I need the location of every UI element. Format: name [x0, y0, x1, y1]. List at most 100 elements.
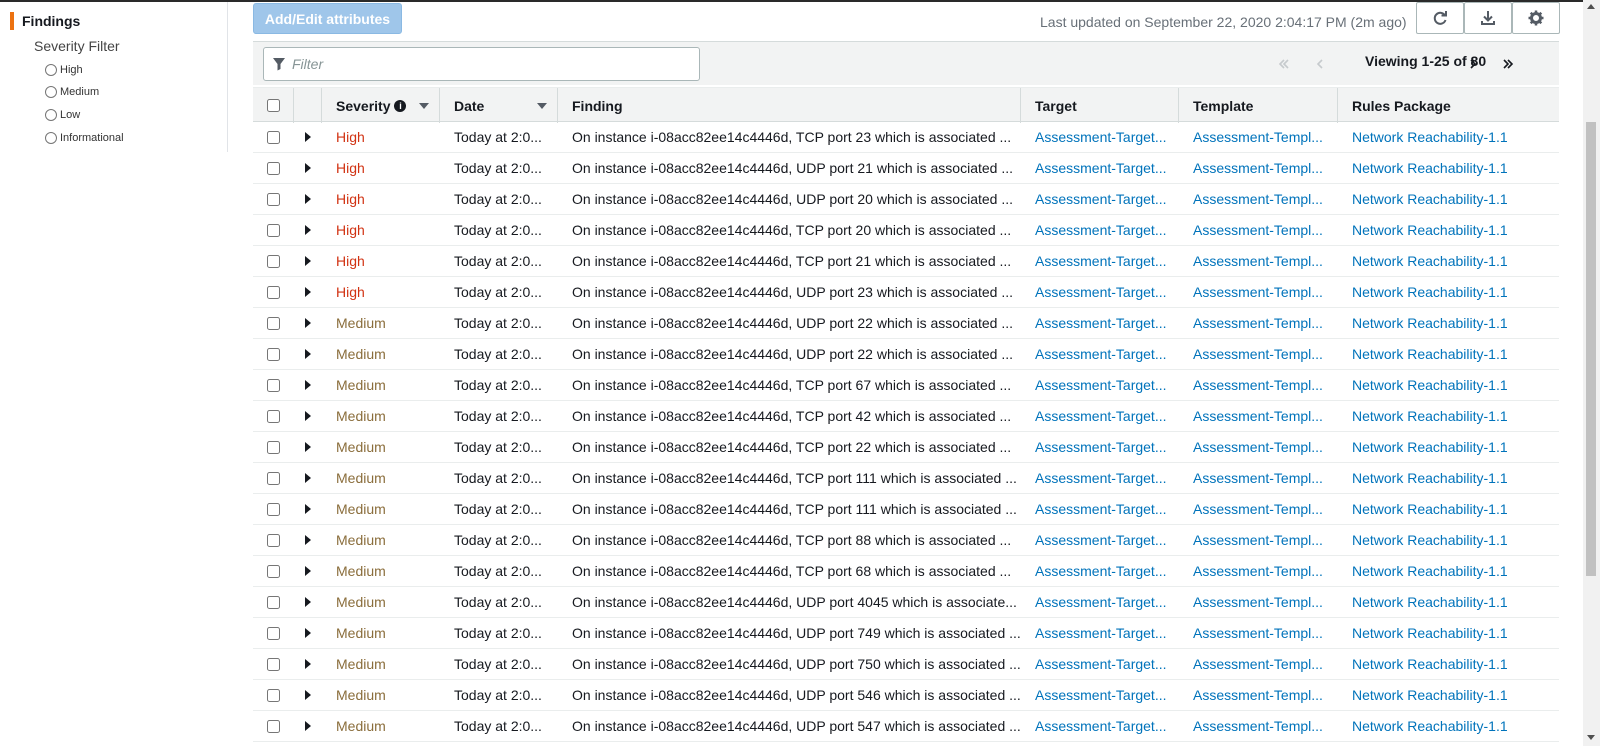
rules-package-link[interactable]: Network Reachability-1.1: [1338, 122, 1559, 152]
table-row[interactable]: Medium Today at 2:0... On instance i-08acc…: [253, 618, 1559, 649]
rules-package-link[interactable]: Network Reachability-1.1: [1338, 711, 1559, 741]
target-link[interactable]: Assessment-Target...: [1021, 184, 1179, 214]
table-row[interactable]: Medium Today at 2:0... On instance i-08acc…: [253, 649, 1559, 680]
finding-cell[interactable]: On instance i-08acc82ee14c4446d, UDP por…: [558, 153, 1021, 183]
download-button[interactable]: [1464, 2, 1512, 34]
target-link[interactable]: Assessment-Target...: [1021, 649, 1179, 679]
expand-row-button[interactable]: [294, 215, 322, 245]
expand-row-button[interactable]: [294, 308, 322, 338]
finding-cell[interactable]: On instance i-08acc82ee14c4446d, UDP por…: [558, 649, 1021, 679]
row-checkbox[interactable]: [267, 316, 280, 330]
template-link[interactable]: Assessment-Templ...: [1179, 587, 1338, 617]
finding-cell[interactable]: On instance i-08acc82ee14c4446d, UDP por…: [558, 680, 1021, 710]
template-link[interactable]: Assessment-Templ...: [1179, 556, 1338, 586]
target-link[interactable]: Assessment-Target...: [1021, 494, 1179, 524]
rules-package-link[interactable]: Network Reachability-1.1: [1338, 463, 1559, 493]
rules-package-link[interactable]: Network Reachability-1.1: [1338, 401, 1559, 431]
row-checkbox[interactable]: [267, 471, 280, 485]
expand-row-button[interactable]: [294, 556, 322, 586]
rules-package-link[interactable]: Network Reachability-1.1: [1338, 649, 1559, 679]
sort-caret-icon[interactable]: [419, 103, 429, 109]
table-row[interactable]: High Today at 2:0... On instance i-08acc82…: [253, 246, 1559, 277]
target-link[interactable]: Assessment-Target...: [1021, 215, 1179, 245]
target-link[interactable]: Assessment-Target...: [1021, 463, 1179, 493]
row-checkbox[interactable]: [267, 254, 280, 268]
template-link[interactable]: Assessment-Templ...: [1179, 246, 1338, 276]
expand-row-button[interactable]: [294, 494, 322, 524]
table-row[interactable]: Medium Today at 2:0... On instance i-08acc…: [253, 339, 1559, 370]
target-link[interactable]: Assessment-Target...: [1021, 401, 1179, 431]
template-link[interactable]: Assessment-Templ...: [1179, 153, 1338, 183]
row-checkbox[interactable]: [267, 223, 280, 237]
rules-package-link[interactable]: Network Reachability-1.1: [1338, 556, 1559, 586]
finding-cell[interactable]: On instance i-08acc82ee14c4446d, UDP por…: [558, 277, 1021, 307]
radio-input-high[interactable]: [45, 64, 57, 76]
filter-box[interactable]: [263, 47, 700, 81]
radio-low[interactable]: Low: [45, 109, 80, 121]
expand-row-button[interactable]: [294, 122, 322, 152]
template-link[interactable]: Assessment-Templ...: [1179, 680, 1338, 710]
radio-high[interactable]: High: [45, 64, 83, 76]
last-page-button[interactable]: [1497, 42, 1519, 86]
template-link[interactable]: Assessment-Templ...: [1179, 370, 1338, 400]
table-row[interactable]: High Today at 2:0... On instance i-08acc82…: [253, 122, 1559, 153]
finding-cell[interactable]: On instance i-08acc82ee14c4446d, UDP por…: [558, 308, 1021, 338]
rules-package-link[interactable]: Network Reachability-1.1: [1338, 308, 1559, 338]
finding-cell[interactable]: On instance i-08acc82ee14c4446d, TCP por…: [558, 370, 1021, 400]
sidebar-title[interactable]: Findings: [10, 12, 80, 30]
column-header-date[interactable]: Date: [440, 88, 558, 123]
table-row[interactable]: Medium Today at 2:0... On instance i-08acc…: [253, 525, 1559, 556]
row-checkbox[interactable]: [267, 533, 280, 547]
row-checkbox[interactable]: [267, 378, 280, 392]
finding-cell[interactable]: On instance i-08acc82ee14c4446d, TCP por…: [558, 494, 1021, 524]
row-checkbox[interactable]: [267, 440, 280, 454]
row-checkbox[interactable]: [267, 192, 280, 206]
row-checkbox[interactable]: [267, 688, 280, 702]
template-link[interactable]: Assessment-Templ...: [1179, 339, 1338, 369]
refresh-button[interactable]: [1416, 2, 1464, 34]
target-link[interactable]: Assessment-Target...: [1021, 618, 1179, 648]
table-row[interactable]: High Today at 2:0... On instance i-08acc82…: [253, 184, 1559, 215]
scroll-down-arrow-icon[interactable]: [1587, 735, 1595, 740]
info-icon[interactable]: i: [394, 99, 407, 112]
template-link[interactable]: Assessment-Templ...: [1179, 618, 1338, 648]
row-checkbox[interactable]: [267, 595, 280, 609]
target-link[interactable]: Assessment-Target...: [1021, 246, 1179, 276]
target-link[interactable]: Assessment-Target...: [1021, 153, 1179, 183]
expand-row-button[interactable]: [294, 246, 322, 276]
radio-input-informational[interactable]: [45, 132, 57, 144]
row-checkbox[interactable]: [267, 130, 280, 144]
table-row[interactable]: Medium Today at 2:0... On instance i-08acc…: [253, 680, 1559, 711]
finding-cell[interactable]: On instance i-08acc82ee14c4446d, UDP por…: [558, 184, 1021, 214]
table-row[interactable]: High Today at 2:0... On instance i-08acc82…: [253, 153, 1559, 184]
table-row[interactable]: Medium Today at 2:0... On instance i-08acc…: [253, 711, 1559, 742]
expand-row-button[interactable]: [294, 680, 322, 710]
table-row[interactable]: Medium Today at 2:0... On instance i-08acc…: [253, 463, 1559, 494]
row-checkbox[interactable]: [267, 161, 280, 175]
expand-row-button[interactable]: [294, 649, 322, 679]
finding-cell[interactable]: On instance i-08acc82ee14c4446d, TCP por…: [558, 432, 1021, 462]
rules-package-link[interactable]: Network Reachability-1.1: [1338, 494, 1559, 524]
expand-row-button[interactable]: [294, 711, 322, 741]
target-link[interactable]: Assessment-Target...: [1021, 308, 1179, 338]
rules-package-link[interactable]: Network Reachability-1.1: [1338, 215, 1559, 245]
row-checkbox[interactable]: [267, 657, 280, 671]
template-link[interactable]: Assessment-Templ...: [1179, 711, 1338, 741]
table-row[interactable]: Medium Today at 2:0... On instance i-08acc…: [253, 370, 1559, 401]
column-header-rules-package[interactable]: Rules Package: [1338, 88, 1559, 123]
template-link[interactable]: Assessment-Templ...: [1179, 308, 1338, 338]
finding-cell[interactable]: On instance i-08acc82ee14c4446d, UDP por…: [558, 587, 1021, 617]
expand-row-button[interactable]: [294, 370, 322, 400]
expand-row-button[interactable]: [294, 618, 322, 648]
column-header-finding[interactable]: Finding: [558, 88, 1021, 123]
column-header-template[interactable]: Template: [1179, 88, 1338, 123]
template-link[interactable]: Assessment-Templ...: [1179, 277, 1338, 307]
first-page-button[interactable]: [1273, 42, 1295, 86]
rules-package-link[interactable]: Network Reachability-1.1: [1338, 525, 1559, 555]
target-link[interactable]: Assessment-Target...: [1021, 556, 1179, 586]
expand-row-button[interactable]: [294, 153, 322, 183]
row-checkbox[interactable]: [267, 626, 280, 640]
template-link[interactable]: Assessment-Templ...: [1179, 494, 1338, 524]
target-link[interactable]: Assessment-Target...: [1021, 680, 1179, 710]
table-row[interactable]: Medium Today at 2:0... On instance i-08acc…: [253, 308, 1559, 339]
